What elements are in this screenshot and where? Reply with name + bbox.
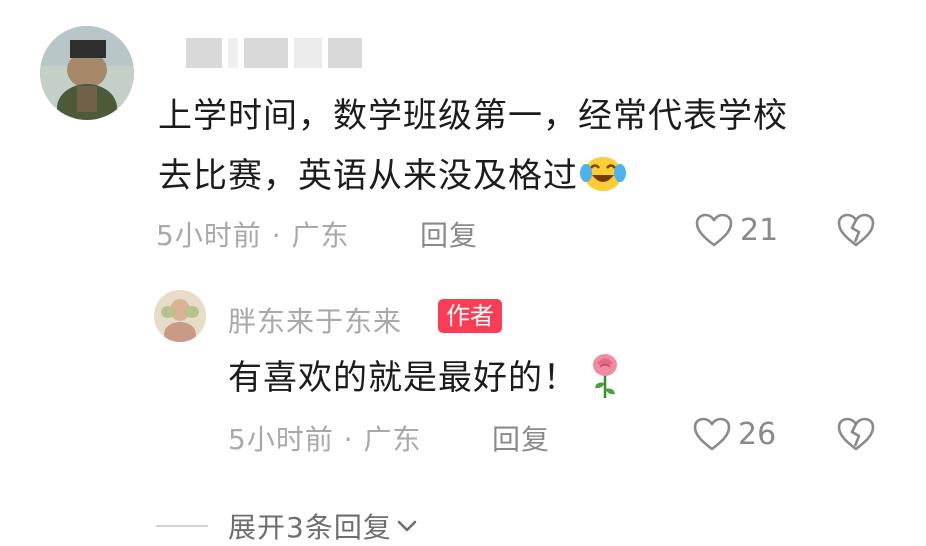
heart-outline-icon: [695, 213, 733, 247]
rose-icon: [588, 353, 622, 416]
comment-meta: 5小时前 · 广东: [156, 219, 350, 252]
expand-divider: [156, 525, 208, 527]
reply-button[interactable]: 回复: [420, 214, 478, 254]
comment-line-2: 去比赛，英语从来没及格过: [158, 146, 878, 212]
username-redacted: [186, 36, 362, 70]
reply-to-reply-button[interactable]: 回复: [492, 418, 550, 458]
comment-line-2-text: 去比赛，英语从来没及格过: [158, 156, 578, 196]
broken-heart-icon: [837, 417, 875, 451]
like-button[interactable]: 21: [694, 212, 778, 248]
reply-meta: 5小时前 · 广东: [228, 423, 422, 456]
avatar[interactable]: [40, 26, 134, 120]
heart-outline-icon: [693, 417, 731, 451]
expand-replies-button[interactable]: 展开3条回复: [228, 506, 418, 546]
reply-comment-text: 有喜欢的就是最好的！: [228, 350, 622, 416]
dislike-button[interactable]: [836, 212, 876, 252]
broken-heart-icon: [837, 213, 875, 247]
laughing-crying-emoji-icon: [580, 152, 626, 212]
reply-avatar[interactable]: [154, 290, 206, 342]
reply-username[interactable]: 胖东来于东来: [228, 300, 402, 340]
reply-like-count: 26: [738, 416, 777, 452]
chevron-down-icon: [397, 520, 417, 532]
comment-text: 上学时间，数学班级第一，经常代表学校 去比赛，英语从来没及格过: [158, 86, 878, 212]
author-badge: 作者: [438, 299, 502, 333]
expand-replies-label: 展开3条回复: [228, 511, 392, 544]
reply-dislike-button[interactable]: [836, 416, 876, 456]
like-count: 21: [740, 212, 779, 248]
reply-like-button[interactable]: 26: [692, 416, 776, 452]
comment-line-1: 上学时间，数学班级第一，经常代表学校: [158, 96, 788, 136]
reply-text: 有喜欢的就是最好的！: [228, 358, 578, 398]
